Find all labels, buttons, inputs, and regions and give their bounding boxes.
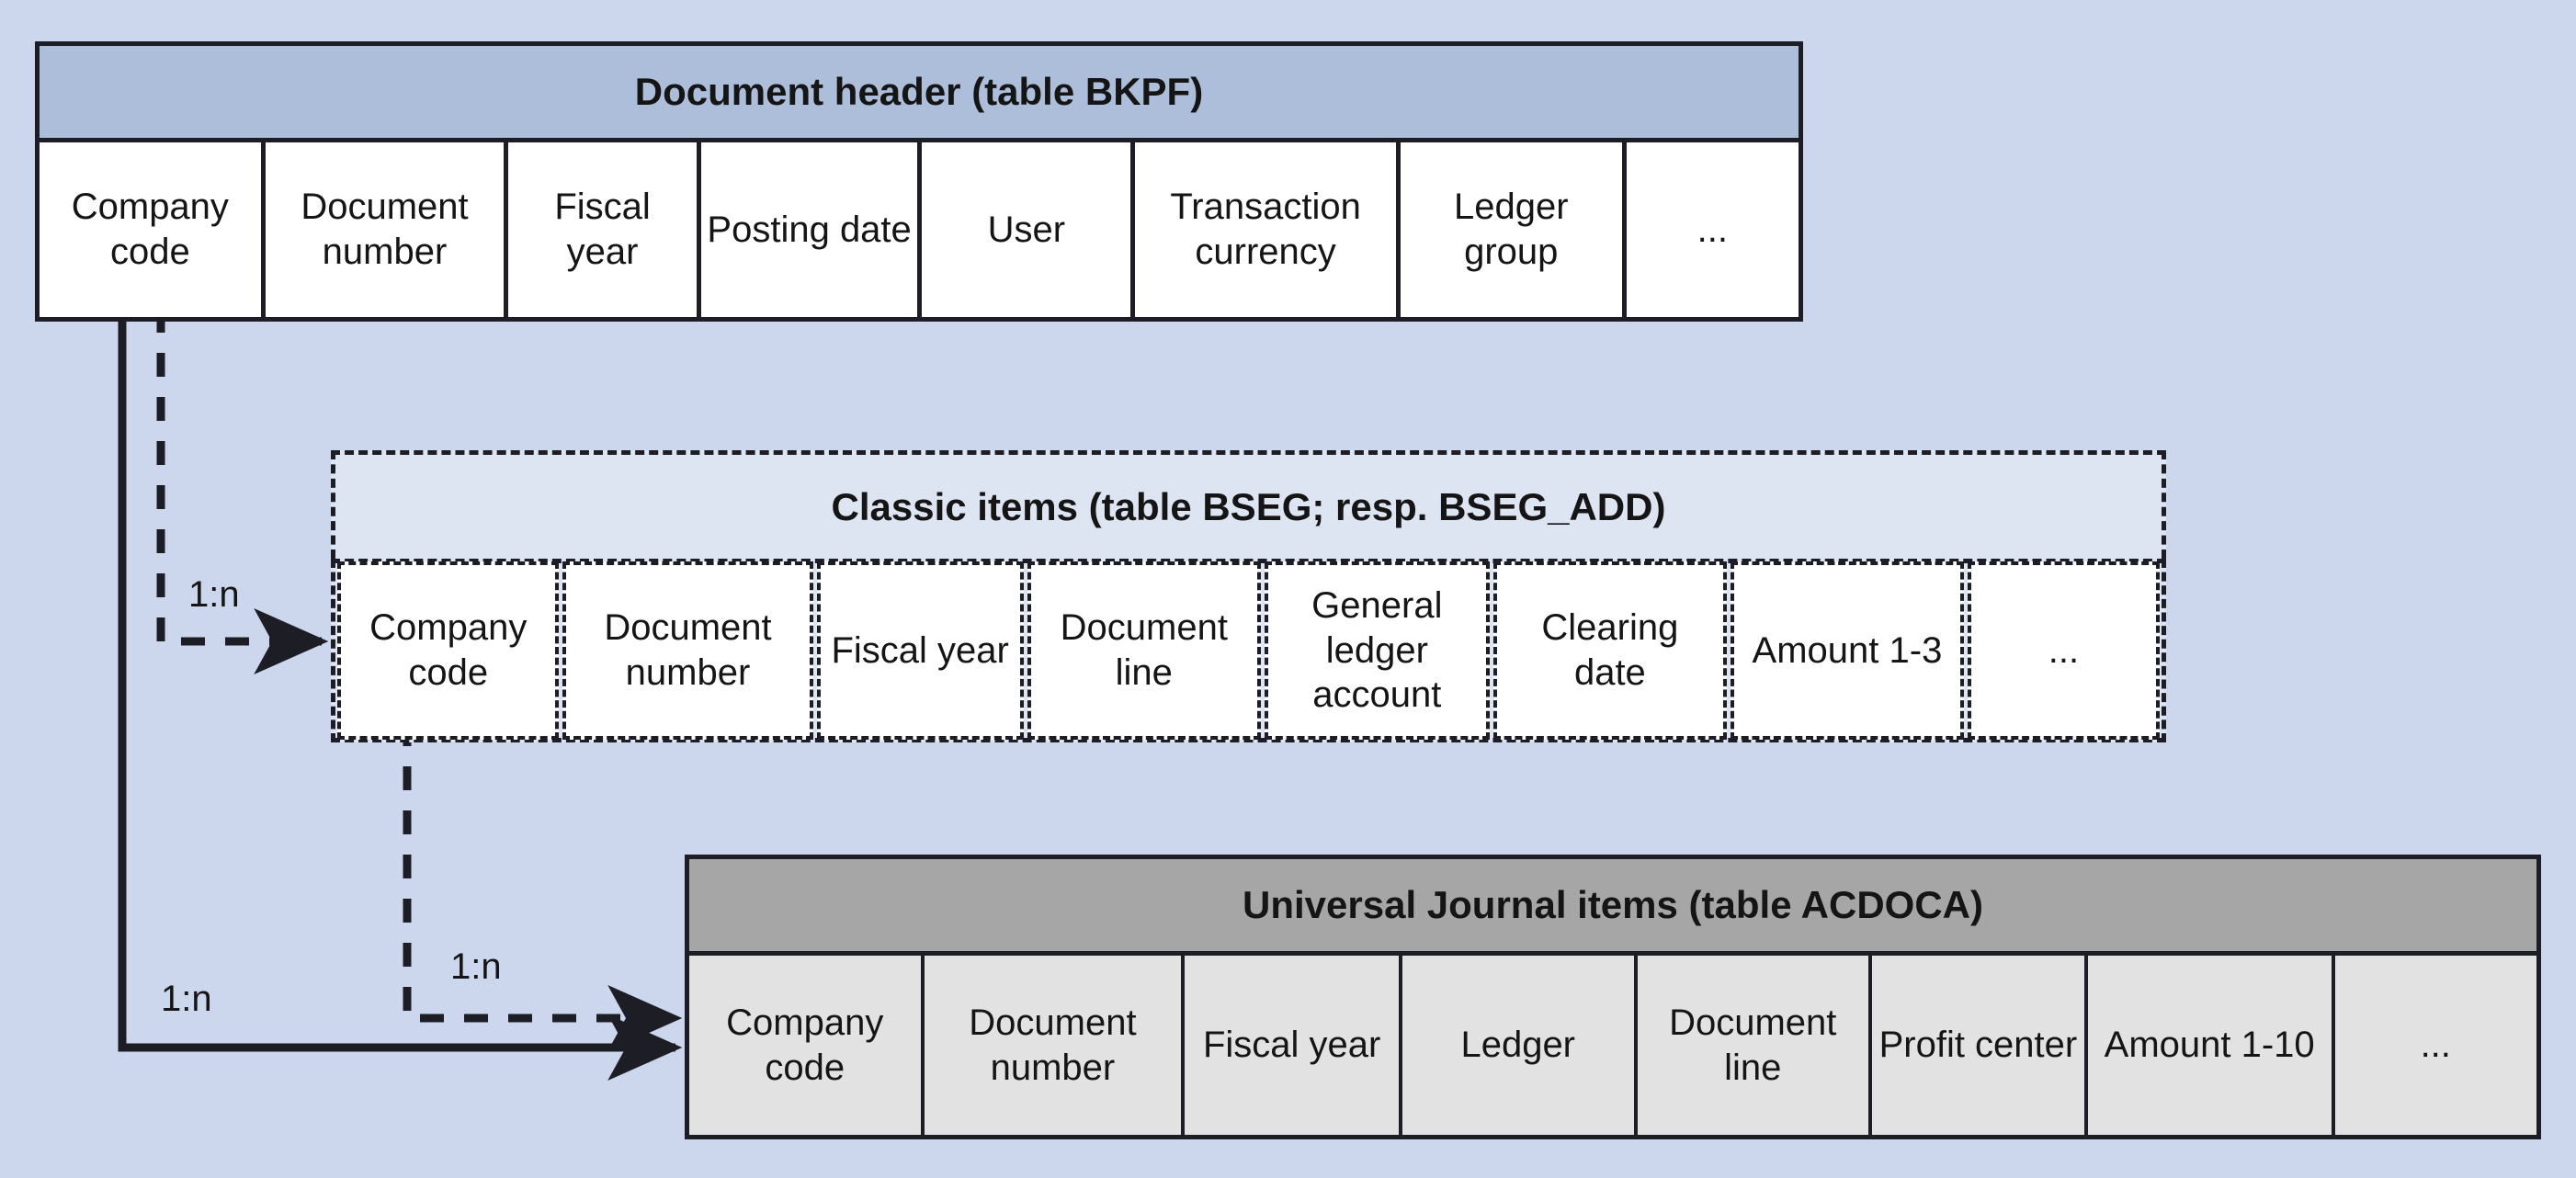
- diagram-canvas: 1:n 1:n 1:n Document header (table BKPF)…: [0, 0, 2576, 1178]
- column-ledger-group[interactable]: Ledger group: [1400, 142, 1627, 317]
- table-acdoca-title: Universal Journal items (table ACDOCA): [685, 855, 2541, 956]
- column-posting-date[interactable]: Posting date: [700, 142, 923, 317]
- column-company-code[interactable]: Company code: [337, 561, 560, 740]
- column-fiscal-year[interactable]: Fiscal year: [816, 561, 1024, 740]
- column-user[interactable]: User: [922, 142, 1136, 317]
- table-bkpf: Document header (table BKPF) Company cod…: [35, 41, 1803, 322]
- table-bkpf-columns: Company code Document number Fiscal year…: [35, 142, 1803, 322]
- column-company-code[interactable]: Company code: [40, 142, 266, 317]
- table-acdoca-columns: Company code Document number Fiscal year…: [685, 956, 2541, 1139]
- table-bkpf-title: Document header (table BKPF): [35, 41, 1803, 142]
- column-document-line[interactable]: Document line: [1027, 561, 1261, 740]
- cardinality-label-bkpf-acdoca: 1:n: [161, 979, 212, 1019]
- column-profit-center[interactable]: Profit center: [1872, 956, 2088, 1135]
- column-ledger[interactable]: Ledger: [1401, 956, 1638, 1135]
- column-document-number[interactable]: Document number: [924, 956, 1186, 1135]
- column-transaction-currency[interactable]: Transaction currency: [1135, 142, 1401, 317]
- table-bseg: Classic items (table BSEG; resp. BSEG_AD…: [331, 450, 2166, 742]
- cardinality-label-bseg-acdoca: 1:n: [450, 946, 502, 987]
- column-document-line[interactable]: Document line: [1637, 956, 1873, 1135]
- column-fiscal-year[interactable]: Fiscal year: [1185, 956, 1402, 1135]
- column-more-ellipsis[interactable]: ...: [2334, 956, 2536, 1135]
- column-company-code[interactable]: Company code: [689, 956, 925, 1135]
- column-more-ellipsis[interactable]: ...: [1626, 142, 1799, 317]
- column-document-number[interactable]: Document number: [562, 561, 813, 740]
- cardinality-label-bkpf-bseg: 1:n: [188, 574, 240, 615]
- column-amount-1-3[interactable]: Amount 1-3: [1730, 561, 1964, 740]
- column-fiscal-year[interactable]: Fiscal year: [508, 142, 701, 317]
- table-acdoca: Universal Journal items (table ACDOCA) C…: [685, 855, 2541, 1139]
- column-document-number[interactable]: Document number: [265, 142, 509, 317]
- table-bseg-columns: Company code Document number Fiscal year…: [331, 559, 2166, 742]
- column-clearing-date[interactable]: Clearing date: [1492, 561, 1727, 740]
- column-amount-1-10[interactable]: Amount 1-10: [2087, 956, 2335, 1135]
- table-bseg-title: Classic items (table BSEG; resp. BSEG_AD…: [331, 450, 2166, 559]
- column-general-ledger-account[interactable]: General ledger account: [1264, 561, 1490, 740]
- column-more-ellipsis[interactable]: ...: [1967, 561, 2160, 740]
